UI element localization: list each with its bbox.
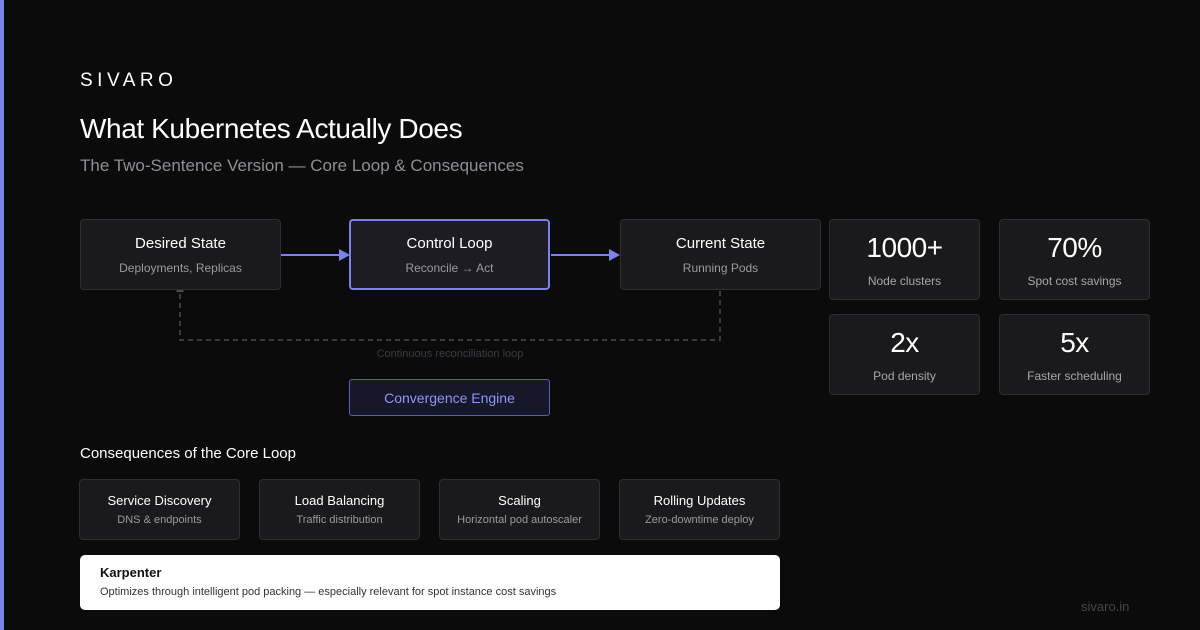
stat-card: 5x Faster scheduling	[999, 314, 1150, 395]
stat-label: Node clusters	[867, 273, 942, 288]
consequence-title: Service Discovery	[107, 493, 212, 508]
consequence-card-service-discovery: Service Discovery DNS & endpoints	[79, 479, 240, 540]
stat-label: Faster scheduling	[1027, 368, 1122, 383]
karpenter-callout: Karpenter Optimizes through intelligent …	[80, 555, 780, 610]
control-loop-subtitle: Reconcile → Act	[405, 260, 494, 275]
current-state-title: Current State	[675, 234, 766, 252]
consequence-title: Rolling Updates	[653, 493, 746, 508]
stat-value: 5x	[1060, 326, 1089, 358]
brand-logo: SIVARO	[80, 70, 178, 91]
accent-bar	[0, 0, 4, 630]
stat-card: 2x Pod density	[829, 314, 980, 395]
desired-state-title: Desired State	[135, 234, 226, 252]
desired-state-box: Desired State Deployments, Replicas	[80, 219, 281, 290]
loop-label: Continuous reconciliation loop	[376, 348, 524, 360]
page-title: What Kubernetes Actually Does	[80, 113, 463, 144]
footer-url: sivaro.in	[1081, 599, 1130, 614]
arrowhead-current	[609, 249, 620, 261]
consequence-subtitle: Horizontal pod autoscaler	[457, 514, 582, 526]
consequence-subtitle: DNS & endpoints	[117, 514, 202, 526]
current-state-subtitle: Running Pods	[682, 260, 759, 275]
stat-card: 1000+ Node clusters	[829, 219, 980, 300]
consequence-subtitle: Zero-downtime deploy	[645, 514, 754, 526]
consequence-card-load-balancing: Load Balancing Traffic distribution	[259, 479, 420, 540]
control-loop-box: Control Loop Reconcile → Act	[349, 219, 550, 290]
desired-state-subtitle: Deployments, Replicas	[119, 260, 242, 275]
page-subtitle: The Two-Sentence Version — Core Loop & C…	[80, 156, 524, 175]
current-state-box: Current State Running Pods	[620, 219, 821, 290]
stat-card: 70% Spot cost savings	[999, 219, 1150, 300]
consequence-card-rolling-updates: Rolling Updates Zero-downtime deploy	[619, 479, 780, 540]
consequences-heading: Consequences of the Core Loop	[80, 445, 296, 462]
consequence-card-scaling: Scaling Horizontal pod autoscaler	[439, 479, 600, 540]
control-loop-title: Control Loop	[406, 234, 493, 252]
consequence-title: Load Balancing	[294, 493, 385, 508]
callout-title: Karpenter	[100, 565, 162, 580]
callout-text: Optimizes through intelligent pod packin…	[100, 586, 557, 598]
convergence-engine-badge: Convergence Engine	[349, 379, 550, 416]
consequence-subtitle: Traffic distribution	[296, 514, 383, 526]
stat-label: Pod density	[873, 368, 936, 383]
stat-value: 2x	[890, 326, 919, 358]
stat-label: Spot cost savings	[1027, 273, 1122, 288]
feedback-loop-path	[179, 291, 721, 341]
stat-value: 1000+	[866, 231, 943, 263]
stat-value: 70%	[1047, 231, 1102, 263]
consequence-title: Scaling	[498, 493, 541, 508]
